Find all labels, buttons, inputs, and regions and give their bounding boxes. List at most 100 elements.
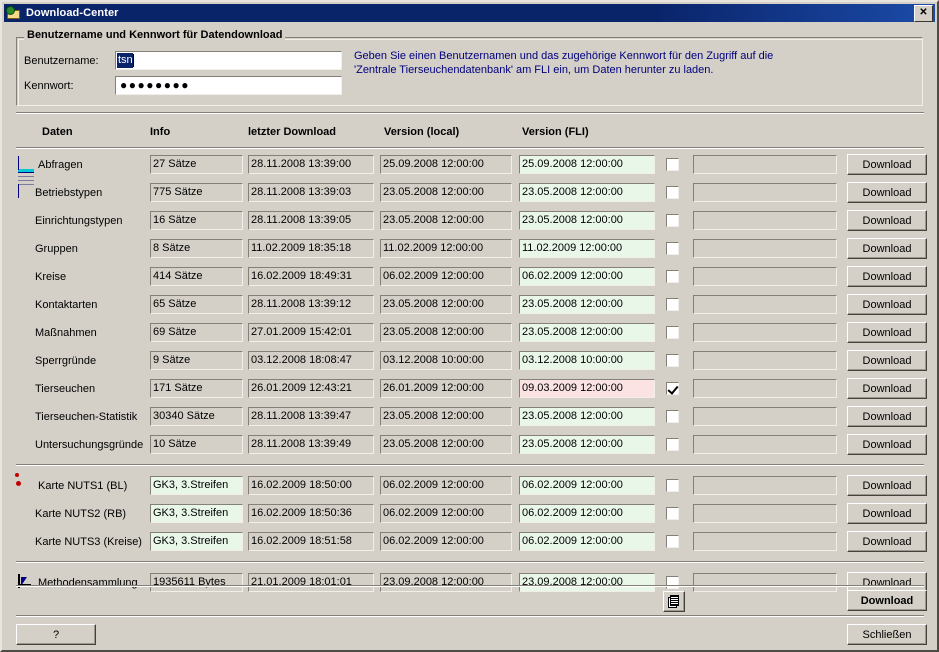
- row-icon: [18, 478, 34, 494]
- row-info-field: GK3, 3.Streifen: [150, 532, 243, 551]
- row-download-button[interactable]: Download: [847, 182, 927, 203]
- table-row: Gruppen 8 Sätze 11.02.2009 18:35:18 11.02.2…: [2, 236, 939, 264]
- divider-bottom: [16, 615, 924, 617]
- row-version-fli-field: 06.02.2009 12:00:00: [519, 267, 655, 286]
- row-info-field: 1935611 Bytes: [150, 573, 243, 592]
- help-button[interactable]: ?: [16, 624, 96, 645]
- row-last-download-field: 11.02.2009 18:35:18: [248, 239, 374, 258]
- row-download-button[interactable]: Download: [847, 475, 927, 496]
- row-version-fli-field: 23.05.2008 12:00:00: [519, 435, 655, 454]
- row-download-button[interactable]: Download: [847, 294, 927, 315]
- divider-group: [16, 464, 924, 466]
- row-select-checkbox[interactable]: [666, 326, 679, 339]
- close-button[interactable]: Schließen: [847, 624, 927, 645]
- row-progress-field: [693, 407, 837, 426]
- row-version-fli-field: 06.02.2009 12:00:00: [519, 532, 655, 551]
- username-value: tsn: [117, 53, 133, 68]
- row-last-download-field: 16.02.2009 18:49:31: [248, 267, 374, 286]
- row-download-button[interactable]: Download: [847, 434, 927, 455]
- row-progress-field: [693, 323, 837, 342]
- row-icon: [18, 156, 34, 198]
- row-select-checkbox[interactable]: [666, 354, 679, 367]
- table-row: Karte NUTS2 (RB) GK3, 3.Streifen 16.02.200…: [2, 501, 939, 529]
- row-download-button[interactable]: Download: [847, 503, 927, 524]
- row-info-field: 10 Sätze: [150, 435, 243, 454]
- row-progress-field: [693, 476, 837, 495]
- row-label: Abfragen: [38, 159, 83, 171]
- table-row: Abfragen 27 Sätze 28.11.2008 13:39:00 25.09…: [2, 152, 939, 198]
- row-info-field: 27 Sätze: [150, 155, 243, 174]
- row-version-local-field: 23.05.2008 12:00:00: [380, 323, 512, 342]
- row-download-button[interactable]: Download: [847, 406, 927, 427]
- row-version-fli-field: 11.02.2009 12:00:00: [519, 239, 655, 258]
- row-last-download-field: 28.11.2008 13:39:47: [248, 407, 374, 426]
- row-select-checkbox[interactable]: [666, 576, 679, 589]
- divider-top: [16, 112, 924, 114]
- row-version-local-field: 26.01.2009 12:00:00: [380, 379, 512, 398]
- title-bar: Download-Center ✕: [4, 4, 935, 22]
- row-last-download-field: 03.12.2008 18:08:47: [248, 351, 374, 370]
- row-progress-field: [693, 435, 837, 454]
- row-last-download-field: 28.11.2008 13:39:05: [248, 211, 374, 230]
- row-select-checkbox[interactable]: [666, 158, 679, 171]
- row-select-checkbox[interactable]: [666, 535, 679, 548]
- row-download-button[interactable]: Download: [847, 154, 927, 175]
- column-header-letzter-download: letzter Download: [248, 126, 337, 138]
- divider-group: [16, 561, 924, 563]
- row-download-button[interactable]: Download: [847, 238, 927, 259]
- row-select-checkbox[interactable]: [666, 507, 679, 520]
- row-select-checkbox[interactable]: [666, 186, 679, 199]
- download-all-button[interactable]: Download: [847, 590, 927, 611]
- document-stack-button[interactable]: [663, 591, 685, 612]
- row-progress-field: [693, 573, 837, 592]
- row-last-download-field: 28.11.2008 13:39:00: [248, 155, 374, 174]
- row-version-local-field: 23.05.2008 12:00:00: [380, 435, 512, 454]
- password-value: ●●●●●●●●: [120, 78, 190, 92]
- username-label: Benutzername:: [24, 55, 99, 67]
- username-input[interactable]: tsn: [115, 51, 342, 70]
- row-select-checkbox[interactable]: [666, 242, 679, 255]
- row-version-fli-field: 23.05.2008 12:00:00: [519, 183, 655, 202]
- table-row: Tierseuchen 171 Sätze 26.01.2009 12:43:21 2…: [2, 376, 939, 404]
- row-last-download-field: 28.11.2008 13:39:03: [248, 183, 374, 202]
- row-version-local-field: 11.02.2009 12:00:00: [380, 239, 512, 258]
- row-label: Tierseuchen-Statistik: [35, 411, 138, 423]
- row-version-fli-field: 06.02.2009 12:00:00: [519, 476, 655, 495]
- row-select-checkbox[interactable]: [666, 438, 679, 451]
- row-download-button[interactable]: Download: [847, 350, 927, 371]
- row-download-button[interactable]: Download: [847, 378, 927, 399]
- row-download-button[interactable]: Download: [847, 531, 927, 552]
- row-version-local-field: 06.02.2009 12:00:00: [380, 267, 512, 286]
- document-stack-icon: [668, 595, 680, 608]
- row-version-local-field: 23.09.2008 12:00:00: [380, 573, 512, 592]
- row-info-field: GK3, 3.Streifen: [150, 504, 243, 523]
- row-select-checkbox[interactable]: [666, 214, 679, 227]
- row-info-field: 8 Sätze: [150, 239, 243, 258]
- row-progress-field: [693, 295, 837, 314]
- row-version-local-field: 03.12.2008 10:00:00: [380, 351, 512, 370]
- table-row: Tierseuchen-Statistik 30340 Sätze 28.11.20…: [2, 404, 939, 432]
- close-icon[interactable]: ✕: [914, 4, 933, 22]
- row-progress-field: [693, 155, 837, 174]
- table-row: Karte NUTS3 (Kreise) GK3, 3.Streifen 16.02…: [2, 529, 939, 557]
- row-select-checkbox[interactable]: [666, 410, 679, 423]
- row-version-fli-field: 23.05.2008 12:00:00: [519, 323, 655, 342]
- row-label: Sperrgründe: [35, 355, 97, 367]
- password-input[interactable]: ●●●●●●●●: [115, 76, 342, 95]
- row-version-fli-field: 09.03.2009 12:00:00: [519, 379, 655, 398]
- row-select-checkbox[interactable]: [666, 270, 679, 283]
- row-version-local-field: 23.05.2008 12:00:00: [380, 183, 512, 202]
- row-info-field: 171 Sätze: [150, 379, 243, 398]
- row-label: Karte NUTS1 (BL): [38, 480, 128, 492]
- row-download-button[interactable]: Download: [847, 210, 927, 231]
- row-label: Untersuchungsgründe: [35, 439, 144, 451]
- row-label: Karte NUTS3 (Kreise): [35, 536, 142, 548]
- row-select-checkbox[interactable]: [666, 382, 679, 395]
- table-row: Maßnahmen 69 Sätze 27.01.2009 15:42:01 23.0…: [2, 320, 939, 348]
- table-row: Kontaktarten 65 Sätze 28.11.2008 13:39:12 2…: [2, 292, 939, 320]
- row-download-button[interactable]: Download: [847, 266, 927, 287]
- row-download-button[interactable]: Download: [847, 322, 927, 343]
- row-select-checkbox[interactable]: [666, 298, 679, 311]
- row-select-checkbox[interactable]: [666, 479, 679, 492]
- row-label: Kontaktarten: [35, 299, 98, 311]
